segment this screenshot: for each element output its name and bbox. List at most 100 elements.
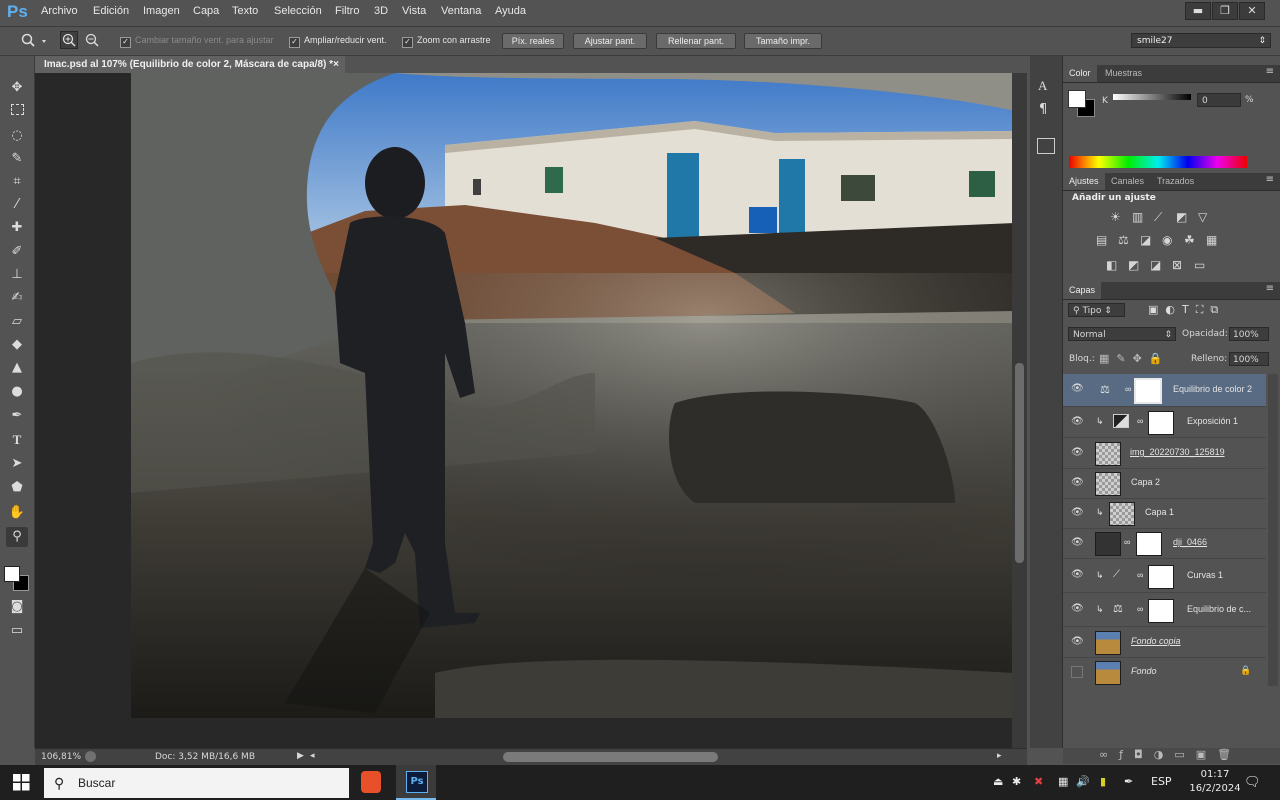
shape-tool-icon[interactable]: ⬟: [6, 478, 28, 498]
eye-icon[interactable]: 👁: [1071, 477, 1084, 489]
zoom-out-icon[interactable]: [83, 31, 101, 49]
print-size-button[interactable]: Tamaño impr.: [744, 33, 822, 49]
fill-screen-button[interactable]: Rellenar pant.: [656, 33, 736, 49]
menu-ayuda[interactable]: Ayuda: [495, 5, 526, 17]
brave-browser-icon[interactable]: [361, 771, 381, 793]
layer-row[interactable]: 👁 ↳ ⚖ ∞ Equilibrio de c...: [1063, 594, 1266, 627]
healing-brush-tool-icon[interactable]: ✚: [6, 218, 28, 238]
lookup-icon[interactable]: ▦: [1206, 233, 1217, 247]
layers-footer-icons[interactable]: ∞ƒ◘◑▭▣🗑: [1063, 748, 1280, 764]
network-icon[interactable]: ▦: [1058, 775, 1068, 788]
horizontal-scroll-thumb[interactable]: [503, 752, 718, 762]
clone-stamp-tool-icon[interactable]: ⊥: [6, 265, 28, 285]
close-document-icon[interactable]: ×: [333, 56, 339, 73]
actual-pixels-button[interactable]: Píx. reales: [502, 33, 564, 49]
layer-row[interactable]: 👁 ↳ Capa 1: [1063, 498, 1266, 529]
photo-filter-icon[interactable]: ◉: [1162, 233, 1172, 247]
brightness-icon[interactable]: ☀: [1110, 210, 1121, 224]
layer-row[interactable]: Fondo 🔒: [1063, 657, 1266, 687]
eye-icon[interactable]: 👁: [1071, 603, 1084, 615]
layers-scrollbar[interactable]: [1268, 374, 1278, 686]
tab-color[interactable]: Color: [1063, 65, 1097, 82]
panel-menu-icon[interactable]: ≡: [1266, 283, 1274, 294]
move-tool-icon[interactable]: ✥: [6, 78, 28, 98]
invert-icon[interactable]: ◧: [1106, 258, 1117, 272]
taskbar-search[interactable]: ⚲ Buscar: [44, 768, 349, 798]
dodge-tool-icon[interactable]: ●: [6, 382, 28, 402]
history-panel-icon[interactable]: [1037, 138, 1055, 154]
eye-icon[interactable]: 👁: [1071, 569, 1084, 581]
selective-color-icon[interactable]: ⊠: [1172, 258, 1182, 272]
layer-mask-thumb[interactable]: [1134, 378, 1162, 404]
layer-row[interactable]: 👁 ⚖ ∞ Equilibrio de color 2: [1063, 374, 1266, 407]
scrubby-zoom-checkbox[interactable]: ✓ Zoom con arrastre: [402, 35, 491, 48]
fit-screen-button[interactable]: Ajustar pant.: [573, 33, 647, 49]
path-selection-tool-icon[interactable]: ➤: [6, 454, 28, 474]
layer-row[interactable]: 👁 Fondo copia: [1063, 627, 1266, 658]
lock-icons[interactable]: ▦✎✥🔒: [1099, 352, 1170, 365]
vibrance-icon[interactable]: ▽: [1198, 210, 1207, 224]
crop-tool-icon[interactable]: ⌗: [6, 172, 28, 192]
tab-adjustments[interactable]: Ajustes: [1063, 173, 1105, 190]
menu-ventana[interactable]: Ventana: [441, 5, 481, 17]
curves-adj-icon[interactable]: ⟋: [1154, 210, 1162, 225]
k-value-input[interactable]: 0: [1197, 93, 1241, 107]
fill-input[interactable]: 100%: [1229, 352, 1269, 366]
opacity-input[interactable]: 100%: [1229, 327, 1269, 341]
layer-row[interactable]: 👁 ∞ dji_0466: [1063, 528, 1266, 559]
scroll-left-icon[interactable]: ◂: [310, 751, 315, 761]
layer-filter-icons[interactable]: ▣◐T⛶⧉: [1148, 303, 1225, 317]
status-menu-arrow-icon[interactable]: ▶: [297, 751, 304, 761]
menu-vista[interactable]: Vista: [402, 5, 426, 17]
resize-windows-checkbox[interactable]: ✓ Cambiar tamaño vent. para ajustar: [120, 35, 274, 48]
menu-capa[interactable]: Capa: [193, 5, 219, 17]
tab-paths[interactable]: Trazados: [1151, 173, 1200, 190]
usb-icon[interactable]: ⏏: [993, 775, 1003, 788]
color-balance-adj-icon[interactable]: ⚖: [1118, 233, 1129, 247]
menu-texto[interactable]: Texto: [232, 5, 258, 17]
gradient-map-icon[interactable]: ▭: [1194, 258, 1205, 272]
menu-3d[interactable]: 3D: [374, 5, 388, 17]
hue-sat-icon[interactable]: ▤: [1096, 233, 1107, 247]
windows-start-icon[interactable]: [13, 774, 30, 791]
photoshop-taskbar-button[interactable]: Ps: [396, 765, 436, 800]
menu-edicion[interactable]: Edición: [93, 5, 129, 17]
menu-filtro[interactable]: Filtro: [335, 5, 359, 17]
antivirus-icon[interactable]: ✖: [1034, 775, 1043, 788]
tab-swatches[interactable]: Muestras: [1099, 65, 1148, 82]
close-button[interactable]: ✕: [1239, 2, 1265, 20]
layer-mask-thumb[interactable]: [1136, 532, 1162, 556]
zoom-level[interactable]: 106,81%: [41, 752, 81, 762]
scroll-thumb[interactable]: [1015, 363, 1024, 563]
quick-selection-tool-icon[interactable]: ✎: [6, 149, 28, 169]
foreground-color-swatch[interactable]: [4, 566, 20, 582]
hand-tool-icon[interactable]: ✋: [6, 503, 28, 523]
eye-icon[interactable]: 👁: [1071, 636, 1084, 648]
brush-tool-icon[interactable]: ✐: [6, 242, 28, 262]
eye-icon[interactable]: 👁: [1071, 416, 1084, 428]
layer-row[interactable]: 👁 ↳ ∞ Exposición 1: [1063, 407, 1266, 438]
paint-bucket-tool-icon[interactable]: ◆: [6, 335, 28, 355]
document-canvas[interactable]: [35, 73, 1027, 749]
menu-imagen[interactable]: Imagen: [143, 5, 180, 17]
volume-icon[interactable]: 🔊: [1076, 775, 1090, 788]
paragraph-panel-icon[interactable]: ¶: [1039, 102, 1047, 117]
quick-mask-icon[interactable]: ◙: [6, 597, 28, 617]
posterize-icon[interactable]: ◩: [1128, 258, 1139, 272]
type-tool-icon[interactable]: T: [6, 430, 28, 450]
language-indicator[interactable]: ESP: [1151, 775, 1172, 788]
vertical-scrollbar[interactable]: [1012, 73, 1027, 749]
history-brush-tool-icon[interactable]: ✍: [6, 288, 28, 308]
layer-row[interactable]: 👁 Capa 2: [1063, 468, 1266, 499]
layer-row[interactable]: 👁 ↳ ⟋ ∞ Curvas 1: [1063, 560, 1266, 593]
minimize-button[interactable]: ▬: [1185, 2, 1211, 20]
lasso-tool-icon[interactable]: ◌: [6, 126, 28, 146]
eye-icon[interactable]: 👁: [1071, 447, 1084, 459]
color-spectrum-bar[interactable]: [1069, 156, 1247, 168]
eye-icon[interactable]: 👁: [1071, 383, 1084, 395]
scroll-right-icon[interactable]: ▸: [997, 751, 1002, 761]
layer-mask-thumb[interactable]: [1148, 599, 1174, 623]
character-panel-icon[interactable]: A: [1038, 78, 1047, 94]
eye-icon[interactable]: 👁: [1071, 507, 1084, 519]
notifications-icon[interactable]: 🗨: [1244, 775, 1261, 790]
